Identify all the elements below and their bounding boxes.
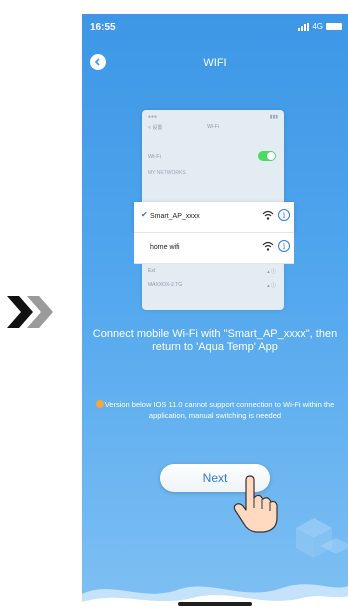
tap-hand-icon: [233, 475, 278, 533]
faded-wifi-icon: ▴ ⓘ: [267, 283, 276, 289]
faded-network-name: MAXXOX-2.TG: [148, 282, 183, 288]
network-name: home wifi: [150, 244, 180, 251]
status-bar: 16:55 4G: [82, 14, 348, 42]
status-indicators: 4G: [298, 22, 342, 31]
network-type: 4G: [312, 22, 323, 31]
wifi-signal-icon: [262, 241, 274, 251]
battery-icon: [326, 23, 342, 30]
network-list: ✔ Smart_AP_xxxx i home wifi i: [134, 202, 294, 264]
mini-wifi-label: Wi-Fi: [148, 154, 161, 160]
mini-status-bar: ●●● ▮▮▮: [148, 114, 278, 120]
status-time: 16:55: [90, 22, 116, 33]
page-title: WIFI: [203, 57, 227, 69]
network-row-home-wifi: home wifi i: [134, 233, 294, 264]
faded-network-rows: Ext ▴ ⓘ MAXXOX-2.TG ▴ ⓘ: [142, 266, 284, 306]
info-icon: i: [278, 209, 290, 221]
bottom-wave-decoration: [82, 584, 348, 612]
decorative-cubes: [296, 518, 348, 558]
my-networks-header: MY NETWORKS: [148, 170, 186, 176]
double-chevron-right-icon: [7, 296, 53, 328]
network-name: Smart_AP_xxxx: [150, 213, 200, 220]
home-indicator[interactable]: [178, 602, 252, 606]
wifi-toggle: [258, 151, 276, 161]
checkmark-icon: ✔: [141, 210, 148, 219]
info-icon: i: [278, 240, 290, 252]
faded-network-name: Ext: [148, 268, 156, 274]
note-text: Version below IOS 11.0 cannot support co…: [104, 400, 335, 420]
mini-nav-bar: < 设置 Wi-Fi: [142, 122, 284, 134]
wifi-signal-icon: [262, 210, 274, 220]
signal-icon: [298, 22, 310, 31]
instruction-text: Connect mobile Wi-Fi with "Smart_AP_xxxx…: [92, 328, 338, 353]
ios-version-note: Version below IOS 11.0 cannot support co…: [90, 400, 340, 421]
faded-wifi-icon: ▴ ⓘ: [267, 269, 276, 275]
network-row-smart-ap: ✔ Smart_AP_xxxx i: [134, 202, 294, 233]
mini-title: Wi-Fi: [207, 124, 219, 130]
phone-screen: 16:55 4G WIFI ●●● ▮▮▮ < 设置 Wi-Fi Wi-Fi MY…: [82, 14, 348, 612]
warning-icon: [95, 400, 104, 408]
